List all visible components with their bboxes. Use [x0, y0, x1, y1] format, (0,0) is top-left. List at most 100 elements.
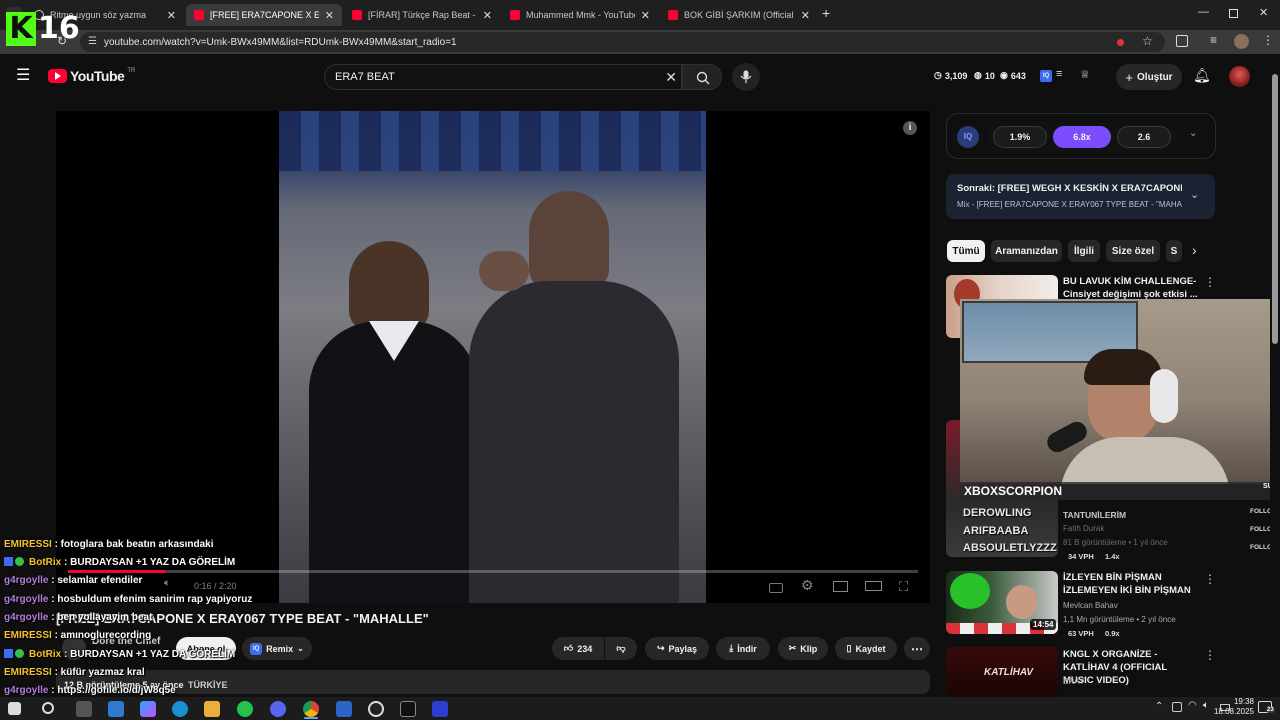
close-icon[interactable]: ✕ — [167, 9, 176, 22]
tray-app-icon[interactable] — [1172, 702, 1182, 712]
follow-name-2: TANTUNİLERİM — [1063, 510, 1127, 520]
like-button[interactable]: 👍︎ 234 — [552, 637, 604, 660]
extensions-icon[interactable] — [1176, 35, 1188, 47]
profile-avatar[interactable] — [1234, 34, 1249, 49]
youtube-logo[interactable]: YouTube TR — [48, 68, 135, 84]
app-icon-blue[interactable] — [336, 701, 352, 717]
windows-start-icon[interactable] — [8, 702, 21, 715]
clip-button[interactable]: ✂ Klip — [778, 637, 828, 660]
close-window-button[interactable]: ✕ — [1259, 6, 1268, 19]
rec-channel-4[interactable]: ERAY — [1063, 677, 1084, 686]
new-tab-button[interactable]: + — [822, 5, 830, 21]
close-icon[interactable]: ✕ — [483, 9, 492, 22]
whatsapp-icon[interactable] — [237, 701, 253, 717]
close-icon[interactable]: ✕ — [801, 9, 810, 22]
page-scrollbar[interactable] — [1270, 62, 1280, 697]
bookmark-star-icon[interactable]: ☆ — [1142, 34, 1153, 48]
fullscreen-icon[interactable]: ⛶ — [899, 579, 908, 595]
minimize-button[interactable]: — — [1198, 6, 1209, 18]
youtube-header: ☰ YouTube TR ERA7 BEAT ✕ ◷ 3,109 ◍ 10 ◉ … — [0, 54, 1270, 100]
kebab-menu-icon[interactable]: ⋮ — [1204, 275, 1216, 289]
score-pill[interactable]: 2.6 — [1117, 126, 1171, 148]
clock-icon: ◷ — [934, 70, 942, 80]
app-icon-dots[interactable] — [432, 701, 448, 717]
tab-era7capone[interactable]: [FREE] ERA7CAPONE X ERA ✕ — [186, 4, 342, 26]
account-avatar[interactable] — [1229, 66, 1250, 87]
voice-search-button[interactable] — [732, 63, 760, 91]
rec-title-3[interactable]: İZLEYEN BİN PİŞMAN İZLEMEYEN İKİ BİN PİŞ… — [1063, 571, 1193, 597]
capcut-icon[interactable] — [400, 701, 416, 717]
chevron-down-icon[interactable]: ⌄ — [1190, 188, 1199, 201]
rec-channel-3[interactable]: Mevlcan Bahav — [1063, 601, 1118, 610]
chat-username: EMIRESSI — [4, 539, 52, 550]
list-icon[interactable]: ≡ — [1056, 68, 1062, 80]
outlier-pill[interactable]: 6.8x — [1053, 126, 1111, 148]
rec-channel-2[interactable]: Fatih Durak — [1063, 524, 1104, 533]
discord-icon[interactable] — [270, 701, 286, 717]
tab-muhammed[interactable]: Muhammed Mmk - YouTube ✕ — [502, 4, 658, 26]
clear-search-icon[interactable]: ✕ — [665, 69, 677, 86]
search-button[interactable] — [682, 64, 722, 90]
tab-bok-gibi[interactable]: BOK GİBİ ŞARKIM (Official V ✕ — [660, 4, 818, 26]
tab-firar[interactable]: [FİRAR] Türkçe Rap Beat - Arab ✕ — [344, 4, 500, 26]
settings-gear-icon[interactable]: ⚙ — [801, 577, 814, 594]
chip-for-you[interactable]: Size özel — [1106, 240, 1160, 262]
share-button[interactable]: ↪ Paylaş — [645, 637, 709, 660]
search-input[interactable]: ERA7 BEAT ✕ — [324, 64, 682, 90]
theater-mode-icon[interactable] — [865, 581, 882, 591]
chip-more[interactable]: S — [1166, 240, 1182, 262]
restore-button[interactable] — [1229, 9, 1238, 18]
volume-icon[interactable]: 🔈︎ — [164, 577, 171, 590]
record-icon[interactable] — [1117, 39, 1124, 46]
kebab-menu-icon[interactable]: ⋮ — [1204, 572, 1216, 586]
file-explorer-icon[interactable] — [204, 701, 220, 717]
chevron-right-icon[interactable]: › — [1192, 242, 1197, 258]
download-button[interactable]: ⤓ İndir — [716, 637, 770, 660]
remix-button[interactable]: IQ Remix ⌄ — [242, 637, 312, 660]
chip-related[interactable]: İlgili — [1068, 240, 1100, 262]
progress-track[interactable] — [68, 570, 918, 573]
up-next-panel[interactable]: Sonraki: [FREE] WEGH X KESKİN X ERA7CAPO… — [946, 174, 1215, 219]
wifi-icon[interactable]: ◠ — [1188, 700, 1197, 711]
widgets-icon[interactable] — [108, 701, 124, 717]
rec-title-1[interactable]: BU LAVUK KİM CHALLENGE-Cinsiyet değişimi… — [1063, 275, 1198, 301]
vidiq-icon[interactable]: IQ — [1040, 70, 1052, 82]
browser-menu-icon[interactable]: ⋮ — [1262, 33, 1274, 47]
subtitles-icon[interactable] — [769, 583, 783, 593]
edge-icon[interactable] — [172, 701, 188, 717]
scrollbar-thumb[interactable] — [1272, 74, 1278, 344]
description-box[interactable]: 12 B görüntüleme 5 ay önce TÜRKİYE — [56, 670, 930, 694]
obs-icon[interactable] — [368, 701, 384, 717]
info-icon[interactable]: i — [903, 121, 917, 135]
task-view-icon[interactable] — [76, 701, 92, 717]
chat-username: BotRix — [29, 557, 62, 568]
rec-thumbnail-4[interactable]: KATLİHAV — [946, 647, 1058, 697]
chrome-icon[interactable] — [303, 701, 319, 717]
site-info-icon[interactable]: ☰ — [88, 36, 97, 47]
engagement-pill[interactable]: 1.9% — [993, 126, 1047, 148]
url-field[interactable]: ☰ youtube.com/watch?v=Umk-BWx49MM&list=R… — [80, 32, 1165, 52]
chip-from-search[interactable]: Aramanızdan — [991, 240, 1062, 262]
notifications-bell-icon[interactable]: 🔔︎ — [1193, 67, 1211, 84]
chip-all[interactable]: Tümü — [947, 240, 985, 262]
close-icon[interactable]: ✕ — [641, 9, 650, 22]
miniplayer-icon[interactable] — [833, 581, 848, 592]
more-actions-button[interactable]: ⋯ — [904, 637, 930, 660]
kebab-menu-icon[interactable]: ⋮ — [1204, 648, 1216, 662]
hamburger-menu-icon[interactable]: ☰ — [16, 68, 30, 84]
close-icon[interactable]: ✕ — [325, 9, 334, 22]
search-icon[interactable] — [42, 702, 54, 714]
clock-time[interactable]: 19:38 — [1214, 697, 1254, 706]
clock-date[interactable]: 18.08.2025 — [1202, 707, 1254, 716]
video-player[interactable]: i 🔈︎ 0:16 / 2:20 ⚙ ⛶ — [56, 111, 930, 603]
tray-chevron-icon[interactable]: ⌃ — [1155, 701, 1163, 712]
rec-thumbnail-3[interactable]: 14:54 — [946, 571, 1058, 634]
vidiq-badge[interactable]: IQ — [957, 126, 979, 148]
trophy-icon[interactable]: ♕ — [1080, 68, 1090, 81]
create-button[interactable]: + Oluştur — [1116, 64, 1182, 90]
chevron-down-icon[interactable]: ⌄ — [1189, 128, 1197, 139]
save-button[interactable]: ▯ Kaydet — [835, 637, 897, 660]
copilot-icon[interactable] — [140, 701, 156, 717]
dislike-button[interactable]: 👎︎ — [605, 637, 637, 660]
reading-list-icon[interactable]: ≡ — [1210, 33, 1217, 47]
